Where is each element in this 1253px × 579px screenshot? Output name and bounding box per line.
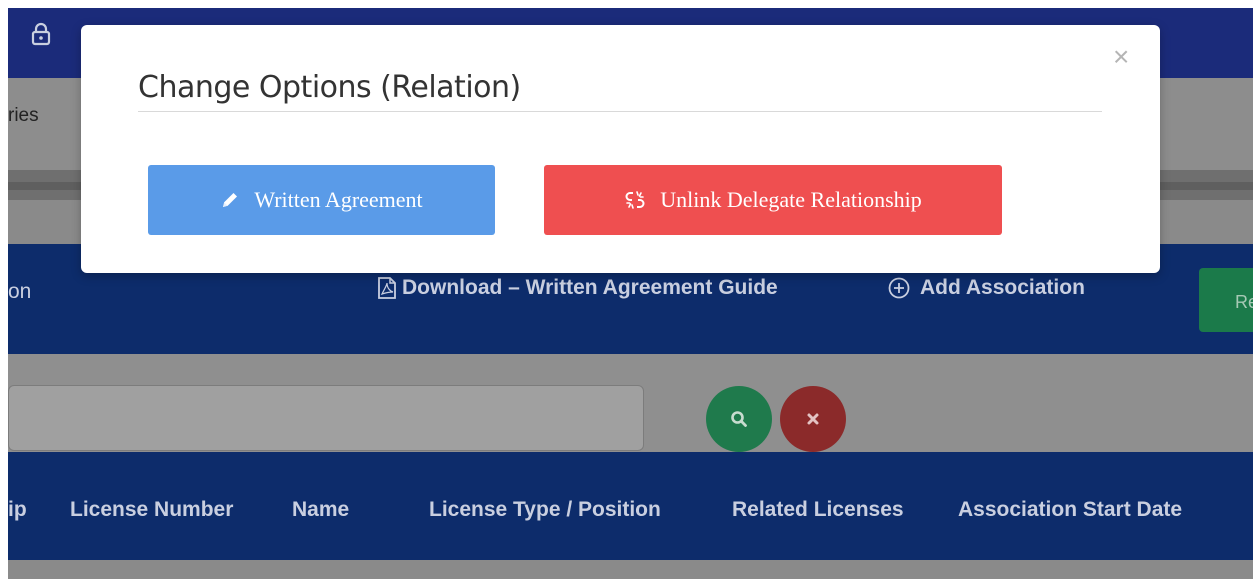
download-guide-label: Download – Written Agreement Guide: [402, 276, 778, 299]
change-options-modal: Change Options (Relation) × Written Agre…: [81, 25, 1160, 273]
pdf-icon: [376, 276, 398, 300]
subnav-item[interactable]: ries: [8, 105, 39, 127]
add-association-label: Add Association: [920, 276, 1085, 299]
clear-search-button[interactable]: [780, 386, 846, 452]
modal-divider: [138, 111, 1102, 112]
right-action-button[interactable]: Re: [1199, 268, 1253, 332]
pencil-icon: [220, 190, 240, 210]
column-header[interactable]: Related Licenses: [732, 498, 904, 522]
table-body: [8, 560, 1253, 579]
plus-circle-icon: [888, 277, 910, 299]
download-guide-link[interactable]: Download – Written Agreement Guide: [376, 276, 778, 300]
column-header[interactable]: Association Start Date: [958, 498, 1182, 522]
lock-icon[interactable]: [31, 22, 51, 46]
right-action-label: Re: [1235, 292, 1253, 312]
unlink-delegate-button[interactable]: Unlink Delegate Relationship: [544, 165, 1002, 235]
column-header[interactable]: License Number: [70, 498, 233, 522]
unlink-label: Unlink Delegate Relationship: [660, 187, 922, 212]
column-header[interactable]: ip: [8, 498, 27, 522]
column-header[interactable]: License Type / Position: [429, 498, 661, 522]
modal-title: Change Options (Relation): [138, 70, 521, 105]
search-input[interactable]: [8, 385, 644, 451]
written-agreement-button[interactable]: Written Agreement: [148, 165, 495, 235]
search-icon: [730, 410, 748, 428]
clear-icon: [806, 412, 820, 426]
add-association-button[interactable]: Add Association: [888, 276, 1085, 300]
action-title: on: [8, 280, 32, 303]
search-button[interactable]: [706, 386, 772, 452]
column-header[interactable]: Name: [292, 498, 349, 522]
close-icon[interactable]: ×: [1113, 43, 1129, 71]
written-agreement-label: Written Agreement: [254, 187, 423, 212]
unlink-icon: [624, 189, 646, 211]
